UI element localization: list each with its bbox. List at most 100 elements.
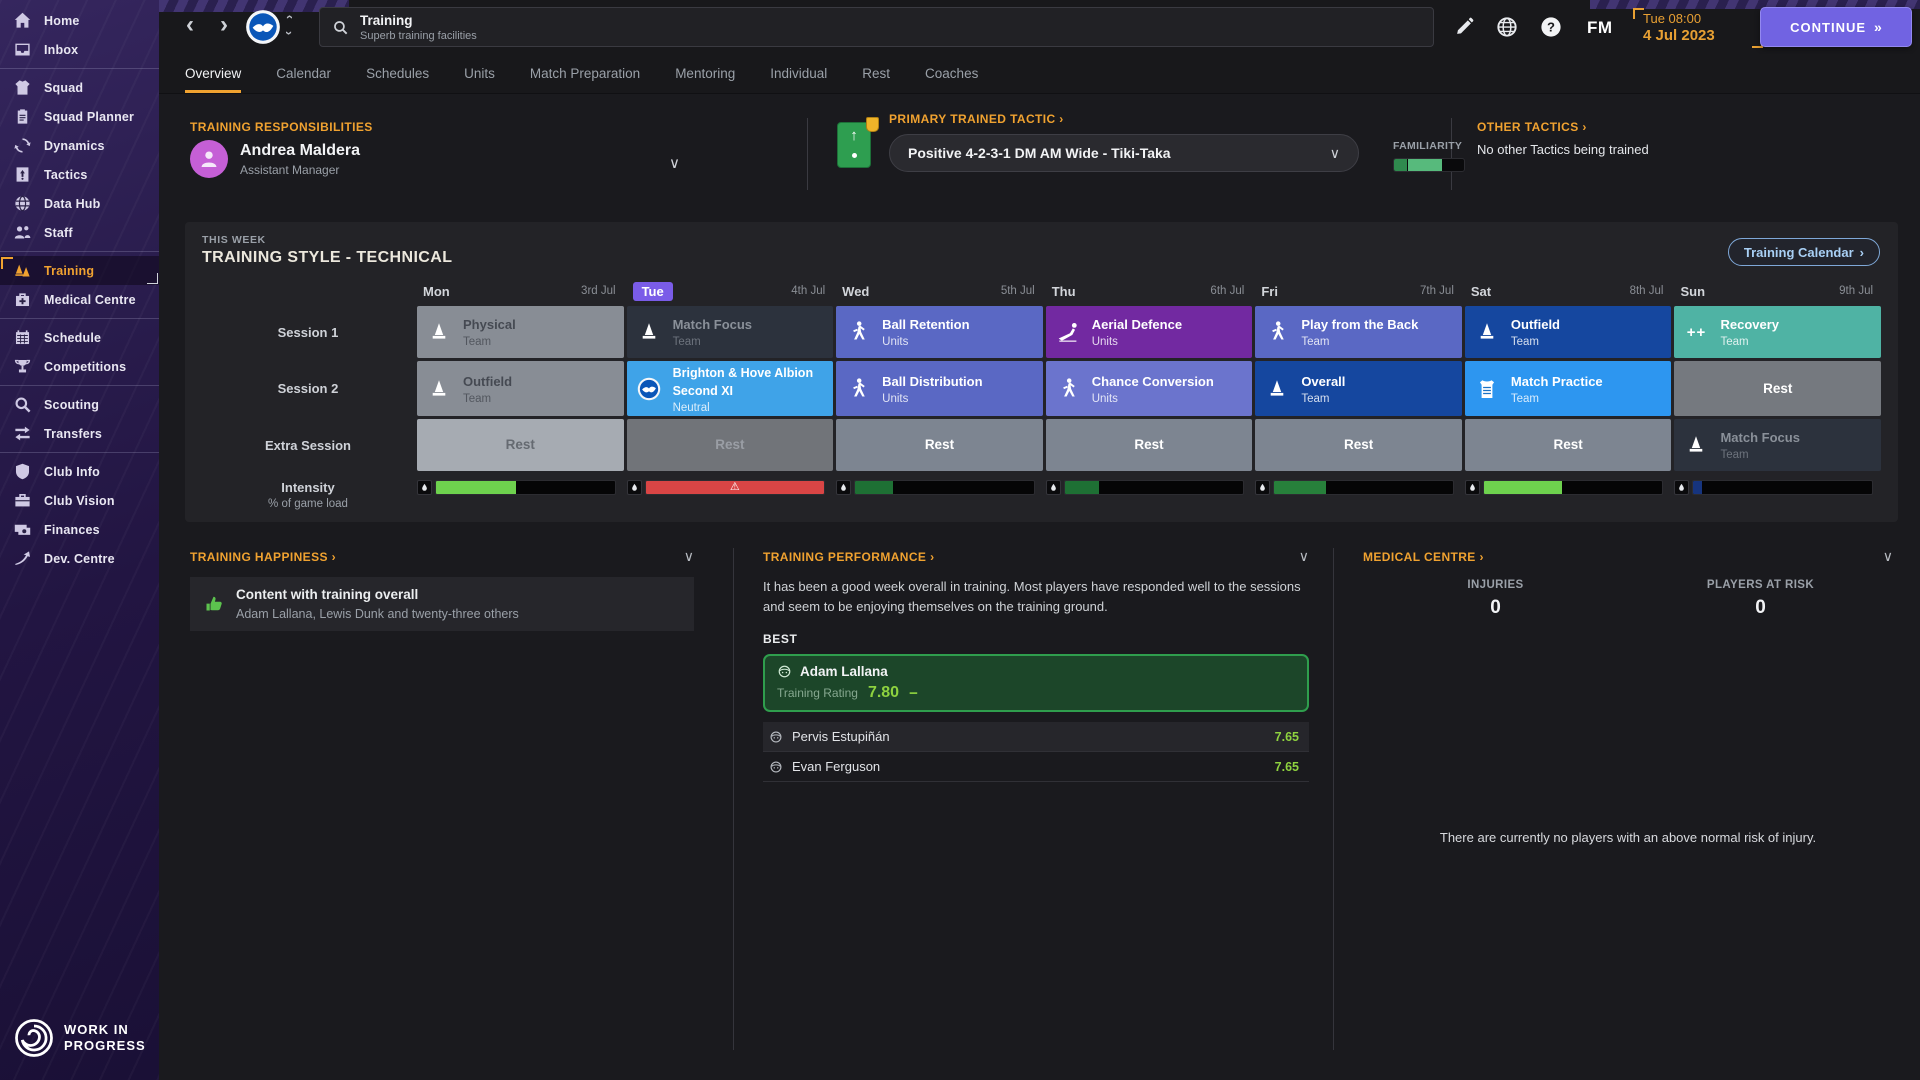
sidebar-item-club-vision[interactable]: Club Vision	[0, 486, 159, 515]
chevron-down-icon[interactable]: ›	[282, 31, 297, 35]
divider	[1333, 548, 1334, 1050]
extra-session-rest[interactable]: Rest	[626, 419, 834, 471]
tab-overview[interactable]: Overview	[185, 54, 242, 93]
continue-button[interactable]: CONTINUE »	[1760, 7, 1912, 47]
tab-mentoring[interactable]: Mentoring	[675, 54, 735, 93]
session2-outfield[interactable]: Outfield Team	[417, 361, 624, 416]
sidebar-item-squad[interactable]: Squad	[0, 73, 159, 102]
extra-session-rest[interactable]: Rest	[1464, 419, 1672, 471]
sidebar-item-dynamics[interactable]: Dynamics	[0, 131, 159, 160]
day-name: Tue	[632, 281, 673, 301]
sidebar-item-data-hub[interactable]: Data Hub	[0, 189, 159, 218]
happiness-heading[interactable]: TRAINING HAPPINESS ›	[190, 550, 336, 564]
day-name: Fri	[1261, 283, 1278, 299]
other-tactics-heading[interactable]: OTHER TACTICS ›	[1477, 120, 1649, 134]
chevron-down-icon[interactable]: ∨	[669, 154, 680, 172]
session-title: Overall	[1301, 373, 1346, 389]
sidebar-item-dev-centre[interactable]: Dev. Centre	[0, 544, 159, 573]
world-icon[interactable]	[1496, 16, 1518, 38]
sidebar-item-label: Inbox	[44, 42, 79, 57]
sidebar-item-transfers[interactable]: Transfers	[0, 419, 159, 448]
chevron-down-icon[interactable]: ∨	[684, 548, 694, 565]
warning-icon: ⚠	[729, 481, 740, 493]
tab-coaches[interactable]: Coaches	[925, 54, 978, 93]
sidebar-item-training[interactable]: Training	[0, 256, 159, 285]
extra-session-rest[interactable]: Rest	[1255, 419, 1462, 471]
stat-label: INJURIES	[1467, 579, 1524, 591]
tab-units[interactable]: Units	[464, 54, 495, 93]
sidebar-item-schedule[interactable]: Schedule	[0, 323, 159, 352]
sidebar-item-label: Dev. Centre	[44, 551, 115, 566]
day-name: Sun	[1680, 283, 1706, 299]
intensity-bar	[435, 480, 616, 495]
sidebar-item-finances[interactable]: Finances	[0, 515, 159, 544]
session1-recovery[interactable]: ++ Recovery Team	[1674, 306, 1882, 358]
session-title: Rest	[1343, 437, 1374, 453]
session2-brighton-hove-albion-second-xi[interactable]: Brighton & Hove Albion Second XI Neutral	[626, 361, 834, 416]
day-date: 9th Jul	[1839, 285, 1874, 297]
session2-match-practice[interactable]: Match Practice Team	[1464, 361, 1672, 416]
tab-individual[interactable]: Individual	[770, 54, 827, 93]
medical-heading[interactable]: MEDICAL CENTRE ›	[1363, 550, 1484, 564]
droplet-icon	[1677, 483, 1686, 492]
chevron-down-icon[interactable]: ∨	[1883, 548, 1893, 565]
tab-calendar[interactable]: Calendar	[276, 54, 331, 93]
session2-overall[interactable]: Overall Team	[1255, 361, 1462, 416]
sidebar-item-medical-centre[interactable]: Medical Centre	[0, 285, 159, 314]
extra-session-match-focus[interactable]: Match Focus Team	[1674, 419, 1882, 471]
responsible-name[interactable]: Andrea Maldera	[240, 142, 360, 160]
sidebar-item-label: Club Info	[44, 464, 100, 479]
extra-session-rest[interactable]: Rest	[417, 419, 624, 471]
edit-icon[interactable]	[1453, 16, 1475, 38]
droplet-icon	[839, 483, 848, 492]
back-button[interactable]: ‹	[177, 10, 203, 42]
sidebar-item-scouting[interactable]: Scouting	[0, 390, 159, 419]
day-header-sun: Sun 9th Jul	[1674, 279, 1881, 303]
tactic-dropdown[interactable]: Positive 4-2-3-1 DM AM Wide - Tiki-Taka …	[889, 134, 1359, 172]
cone-icon	[637, 320, 661, 344]
extra-session-rest[interactable]: Rest	[836, 419, 1043, 471]
best-player-card[interactable]: Adam Lallana Training Rating 7.80 −	[763, 654, 1309, 712]
chevron-up-icon[interactable]: ›	[281, 15, 296, 19]
club-badge-icon[interactable]	[245, 9, 281, 45]
fm-logo[interactable]: FM	[1587, 18, 1613, 38]
help-icon[interactable]: ?	[1540, 16, 1562, 38]
performance-row-pervis-estupi-n[interactable]: Pervis Estupiñán 7.65	[763, 722, 1309, 752]
sidebar-item-inbox[interactable]: Inbox	[0, 35, 159, 64]
session-subtitle: Units	[1091, 336, 1118, 348]
chevron-down-icon[interactable]: ∨	[1299, 548, 1309, 565]
session1-aerial-defence[interactable]: Aerial Defence Units	[1045, 306, 1253, 358]
tab-rest[interactable]: Rest	[862, 54, 890, 93]
session1-physical[interactable]: Physical Team	[417, 306, 624, 358]
intensity-bar: ⚠	[644, 480, 826, 495]
header-collapse-control[interactable]: › ›	[281, 10, 297, 40]
sidebar-item-squad-planner[interactable]: Squad Planner	[0, 102, 159, 131]
tab-schedules[interactable]: Schedules	[366, 54, 429, 93]
droplet-icon	[1049, 483, 1058, 492]
session2-chance-conversion[interactable]: Chance Conversion Units	[1045, 361, 1253, 416]
sidebar-item-tactics[interactable]: Tactics	[0, 160, 159, 189]
session1-play-from-the-back[interactable]: Play from the Back Team	[1255, 306, 1462, 358]
session2-ball-distribution[interactable]: Ball Distribution Units	[836, 361, 1043, 416]
session1-match-focus[interactable]: Match Focus Team	[626, 306, 834, 358]
sidebar-item-home[interactable]: Home	[0, 6, 159, 35]
extra-session-rest[interactable]: Rest	[1045, 419, 1253, 471]
performance-row-evan-ferguson[interactable]: Evan Ferguson 7.65	[763, 752, 1309, 782]
sidebar-item-club-info[interactable]: Club Info	[0, 457, 159, 486]
sidebar-item-competitions[interactable]: Competitions	[0, 352, 159, 381]
search-bar[interactable]: Training Superb training facilities	[319, 7, 1434, 47]
happiness-item[interactable]: Content with training overall Adam Lalla…	[190, 577, 694, 631]
tab-match-preparation[interactable]: Match Preparation	[530, 54, 640, 93]
intensity-bar	[1692, 480, 1874, 495]
session1-ball-retention[interactable]: Ball Retention Units	[836, 306, 1043, 358]
session1-outfield[interactable]: Outfield Team	[1464, 306, 1672, 358]
performance-heading[interactable]: TRAINING PERFORMANCE ›	[763, 550, 934, 564]
tactic-heading[interactable]: PRIMARY TRAINED TACTIC ›	[889, 112, 1437, 126]
training-calendar-button[interactable]: Training Calendar ›	[1727, 238, 1880, 266]
responsibilities-heading[interactable]: TRAINING RESPONSIBILITIES	[190, 120, 750, 134]
forward-button[interactable]: ›	[211, 10, 237, 42]
intensity-bar	[1273, 480, 1454, 495]
session2-rest[interactable]: Rest	[1674, 361, 1882, 416]
session-title: Rest	[715, 437, 745, 453]
sidebar-item-staff[interactable]: Staff	[0, 218, 159, 247]
